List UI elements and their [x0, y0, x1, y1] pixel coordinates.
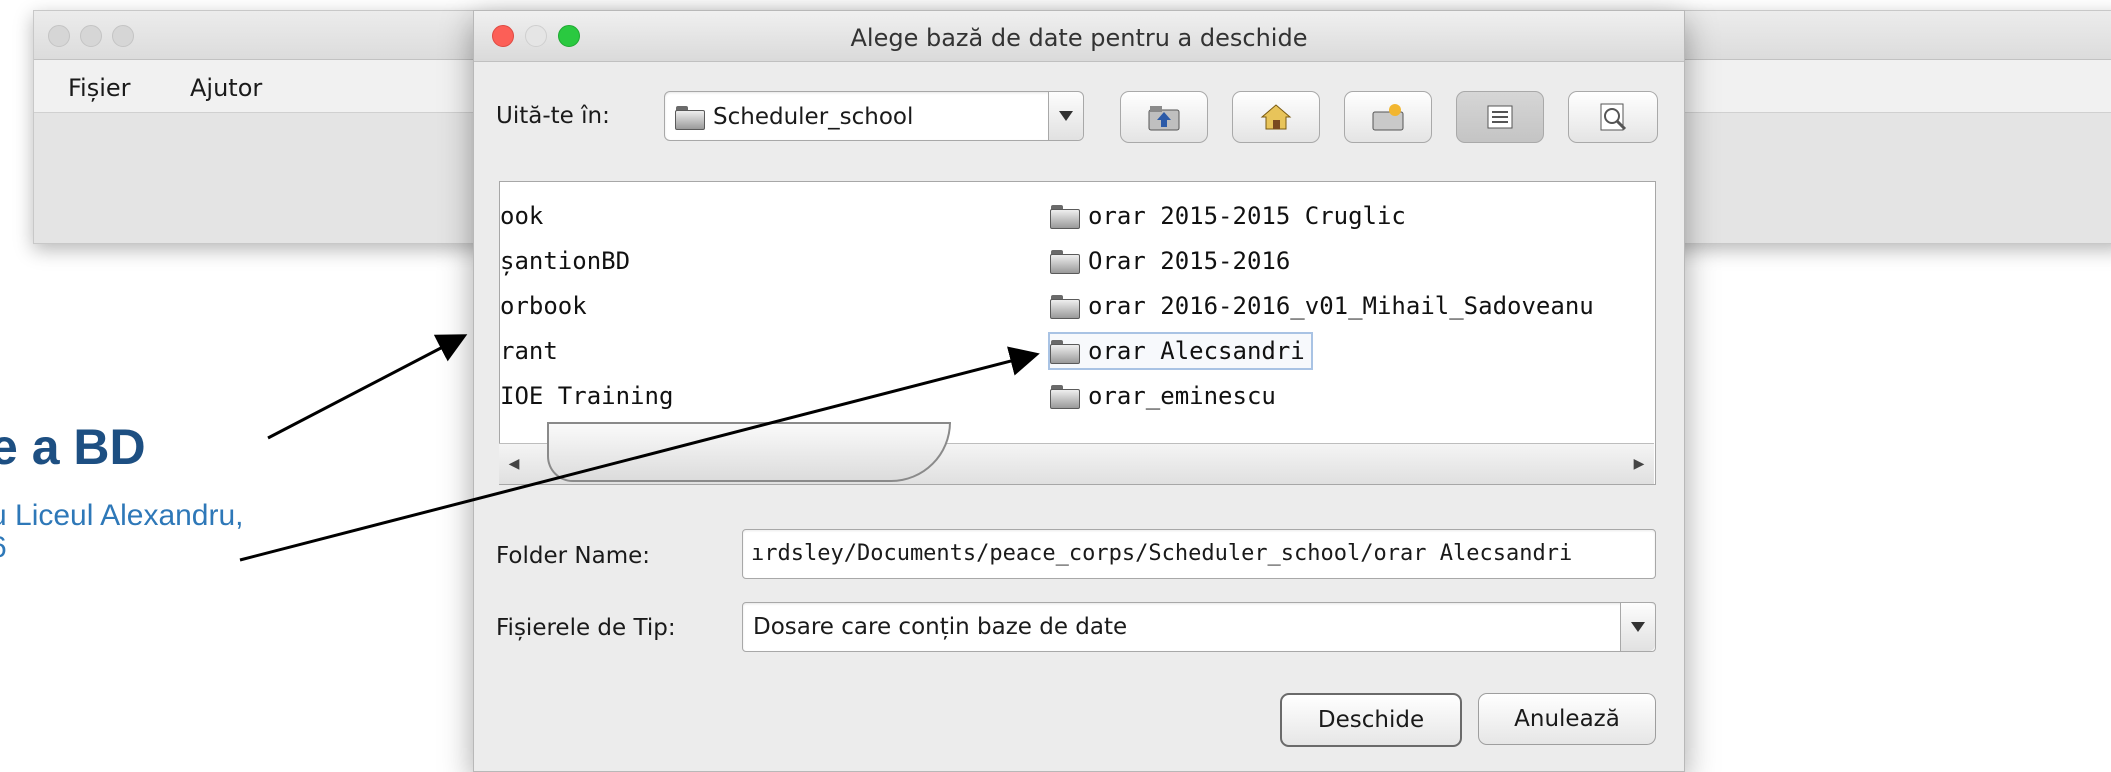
annotation-arrows	[239, 334, 1040, 562]
arrow-to-selected-folder	[239, 346, 1040, 562]
arrow-to-list	[267, 334, 468, 440]
